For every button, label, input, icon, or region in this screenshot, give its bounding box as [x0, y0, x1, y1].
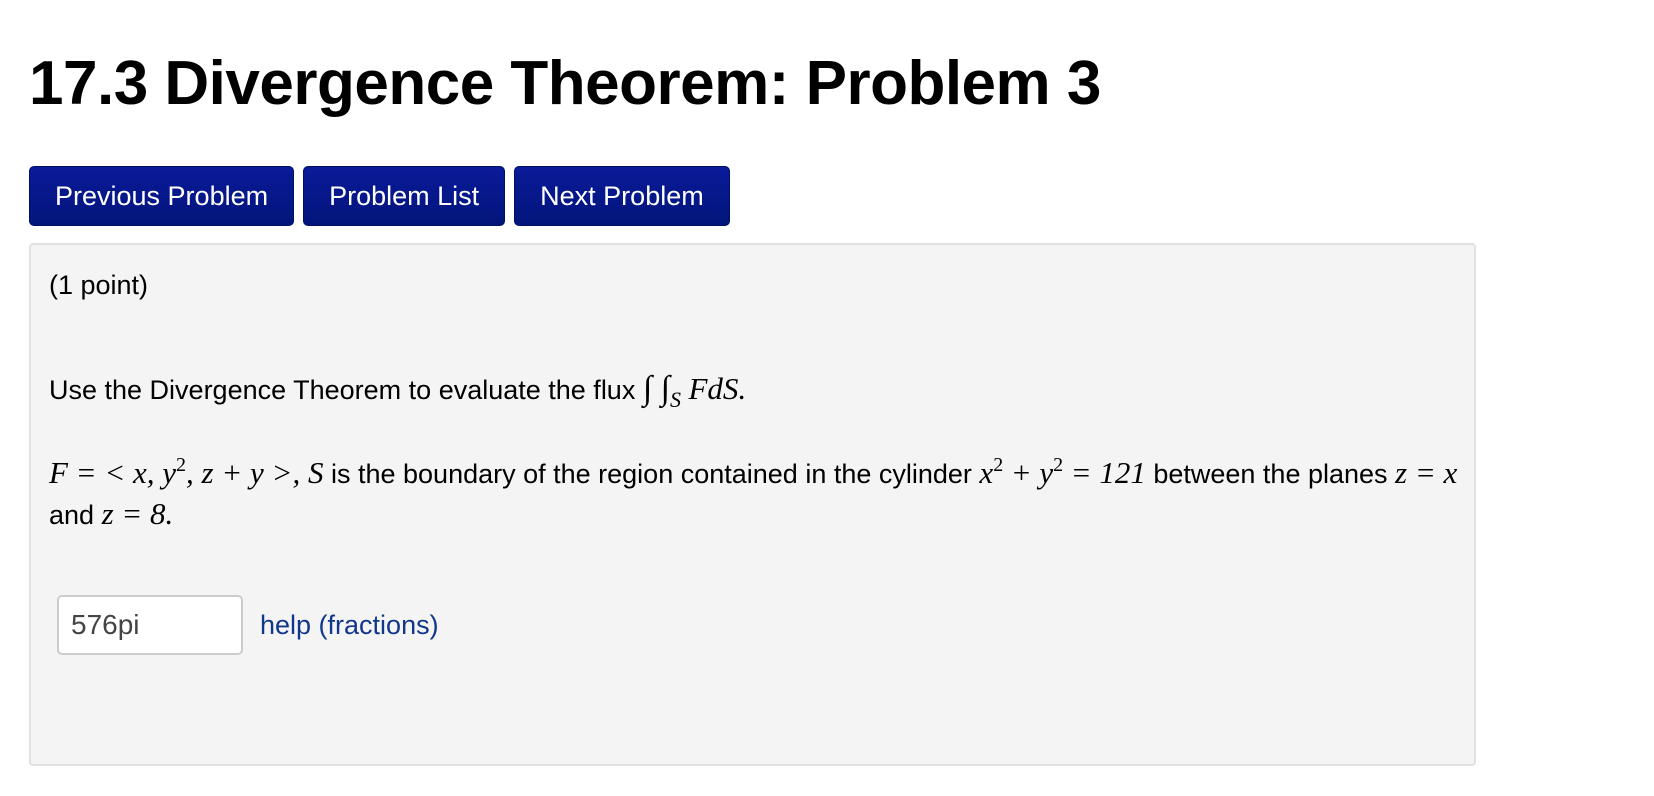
flux-integrand: FdS: [688, 371, 739, 406]
field-expression-a: F = < x, y: [49, 455, 177, 490]
problem-panel: (1 point) Use the Divergence Theorem to …: [29, 243, 1476, 766]
flux-integral-symbol: ∫ ∫: [642, 370, 670, 407]
prompt-text: Use the Divergence Theorem to evaluate t…: [49, 375, 636, 405]
plane-two: z = 8.: [101, 496, 174, 531]
cylinder-exponent-y: 2: [1053, 454, 1064, 476]
page-title: 17.3 Divergence Theorem: Problem 3: [29, 49, 1101, 118]
cylinder-equals: = 121: [1070, 455, 1146, 490]
field-expression-b: , z + y >, S: [186, 455, 324, 490]
page: 17.3 Divergence Theorem: Problem 3 Previ…: [0, 0, 1654, 796]
problem-prompt: Use the Divergence Theorem to evaluate t…: [49, 370, 746, 413]
field-exponent-y: 2: [176, 454, 187, 476]
answer-input[interactable]: [57, 595, 243, 655]
cylinder-x: x: [979, 455, 994, 490]
cylinder-exponent-x: 2: [993, 454, 1004, 476]
problem-list-button[interactable]: Problem List: [303, 166, 506, 226]
flux-end: .: [738, 371, 747, 406]
between-text: between the planes: [1153, 459, 1388, 489]
plane-one: z = x: [1395, 455, 1458, 490]
problem-statement: F = < x, y2, z + y >, S is the boundary …: [49, 445, 1459, 535]
help-fractions-link[interactable]: help (fractions): [260, 610, 439, 641]
answer-row: help (fractions): [57, 595, 439, 655]
previous-problem-button[interactable]: Previous Problem: [29, 166, 295, 226]
cylinder-plus-y: + y: [1010, 455, 1054, 490]
points-label: (1 point): [49, 270, 149, 300]
boundary-text: is the boundary of the region contained …: [330, 459, 972, 489]
and-text: and: [49, 500, 95, 530]
flux-integral-subscript: S: [669, 387, 681, 412]
next-problem-button[interactable]: Next Problem: [514, 166, 730, 226]
problem-nav: Previous Problem Problem List Next Probl…: [29, 166, 730, 226]
